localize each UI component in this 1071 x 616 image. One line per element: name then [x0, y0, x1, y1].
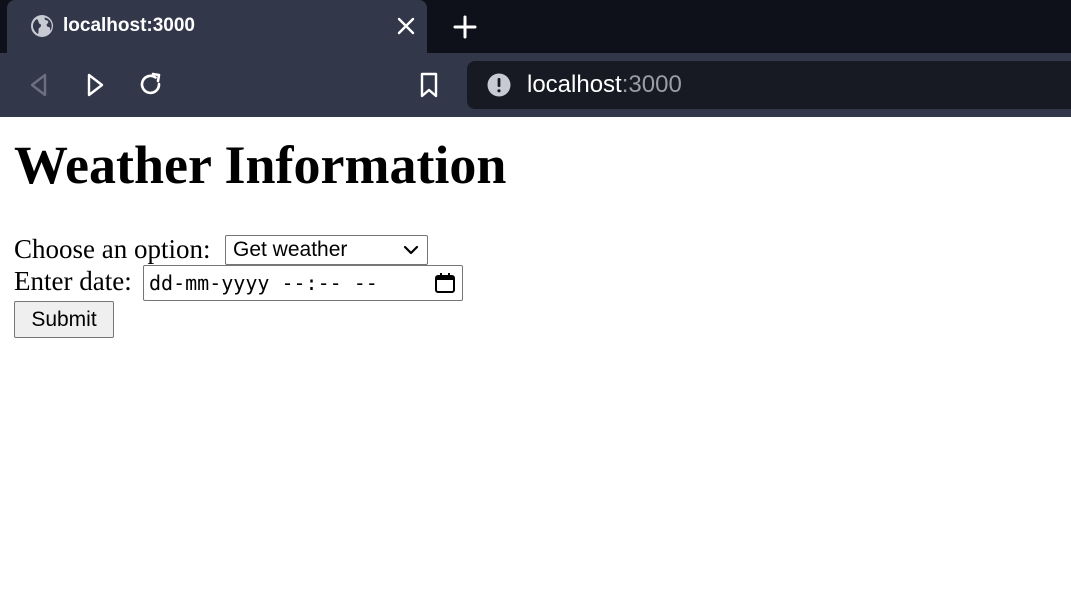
globe-icon [31, 15, 53, 37]
option-select-value: Get weather [233, 238, 348, 261]
page-title: Weather Information [14, 135, 507, 195]
close-icon[interactable] [396, 16, 416, 36]
option-label: Choose an option: [14, 234, 211, 264]
reload-icon[interactable] [136, 70, 166, 100]
chevron-down-icon [403, 245, 419, 255]
date-input-placeholder: dd-mm-yyyy --:-- -- [149, 271, 378, 295]
browser-tab[interactable]: localhost:3000 [7, 0, 427, 53]
url-port: :3000 [621, 71, 682, 98]
browser-tabstrip: localhost:3000 [0, 0, 1071, 53]
url-host: localhost [527, 71, 622, 98]
browser-toolbar: localhost:3000 [0, 53, 1071, 117]
page-content: Weather Information Choose an option: Ge… [0, 117, 1071, 616]
bookmark-icon[interactable] [414, 70, 444, 100]
back-icon[interactable] [24, 70, 54, 100]
plus-icon[interactable] [452, 14, 478, 40]
url-text[interactable]: localhost:3000 [527, 71, 682, 99]
date-label: Enter date: [14, 266, 132, 296]
submit-button[interactable]: Submit [14, 301, 114, 338]
option-select[interactable]: Get weather [225, 235, 428, 265]
info-icon[interactable] [487, 73, 511, 97]
tab-title: localhost:3000 [63, 15, 195, 36]
date-input[interactable]: dd-mm-yyyy --:-- -- [143, 265, 463, 301]
address-bar[interactable]: localhost:3000 [467, 61, 1071, 109]
calendar-icon[interactable] [434, 272, 456, 294]
forward-icon[interactable] [80, 70, 110, 100]
